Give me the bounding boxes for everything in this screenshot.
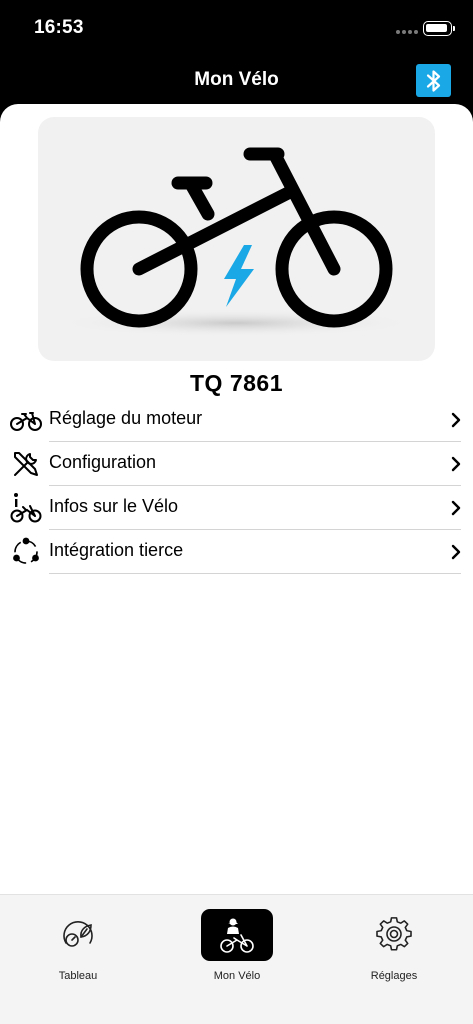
bike-motor-icon — [10, 404, 42, 436]
menu-item-configuration[interactable]: Configuration — [0, 442, 473, 486]
rider-bike-icon — [220, 918, 254, 953]
chevron-right-icon — [451, 456, 461, 472]
ebike-illustration — [56, 147, 416, 337]
screen: 16:53 Mon Vélo TQ 7861 Réglage du moteur… — [0, 0, 473, 1024]
tab-settings[interactable]: Réglages — [358, 909, 430, 993]
tab-my-bike[interactable]: Mon Vélo — [201, 909, 273, 993]
menu-item-third-party[interactable]: Intégration tierce — [0, 530, 473, 574]
tab-label: Réglages — [370, 970, 418, 982]
main-content: TQ 7861 Réglage du moteur Configuration … — [0, 104, 473, 894]
gear-icon — [376, 917, 412, 951]
tab-label: Mon Vélo — [213, 970, 261, 982]
chevron-right-icon — [451, 544, 461, 560]
signal-icon — [396, 30, 418, 34]
menu-item-label: Configuration — [49, 452, 157, 472]
menu-item-label: Réglage du moteur — [49, 408, 203, 428]
bike-image-card — [38, 117, 435, 361]
chevron-right-icon — [451, 500, 461, 516]
bluetooth-icon — [426, 69, 440, 92]
bike-name: TQ 7861 — [190, 370, 283, 396]
menu-item-label: Intégration tierce — [49, 540, 184, 560]
tab-bar: Tableau Mon Vélo Réglages — [0, 894, 473, 1024]
status-bar: 16:53 — [0, 0, 473, 56]
page-title: Mon Vélo — [194, 69, 279, 90]
menu-list: Réglage du moteur Configuration Infos su… — [0, 398, 473, 574]
tab-dashboard[interactable]: Tableau — [42, 909, 114, 993]
battery-icon — [423, 21, 452, 36]
tools-icon — [10, 448, 42, 480]
integration-icon — [10, 536, 42, 568]
bike-info-icon — [10, 492, 42, 524]
menu-item-motor-settings[interactable]: Réglage du moteur — [0, 398, 473, 442]
bluetooth-button[interactable] — [416, 64, 451, 97]
menu-item-bike-info[interactable]: Infos sur le Vélo — [0, 486, 473, 530]
chevron-right-icon — [451, 412, 461, 428]
menu-item-label: Infos sur le Vélo — [49, 496, 179, 516]
status-time: 16:53 — [34, 17, 84, 38]
tab-label: Tableau — [58, 970, 98, 982]
dashboard-icon — [63, 921, 93, 947]
